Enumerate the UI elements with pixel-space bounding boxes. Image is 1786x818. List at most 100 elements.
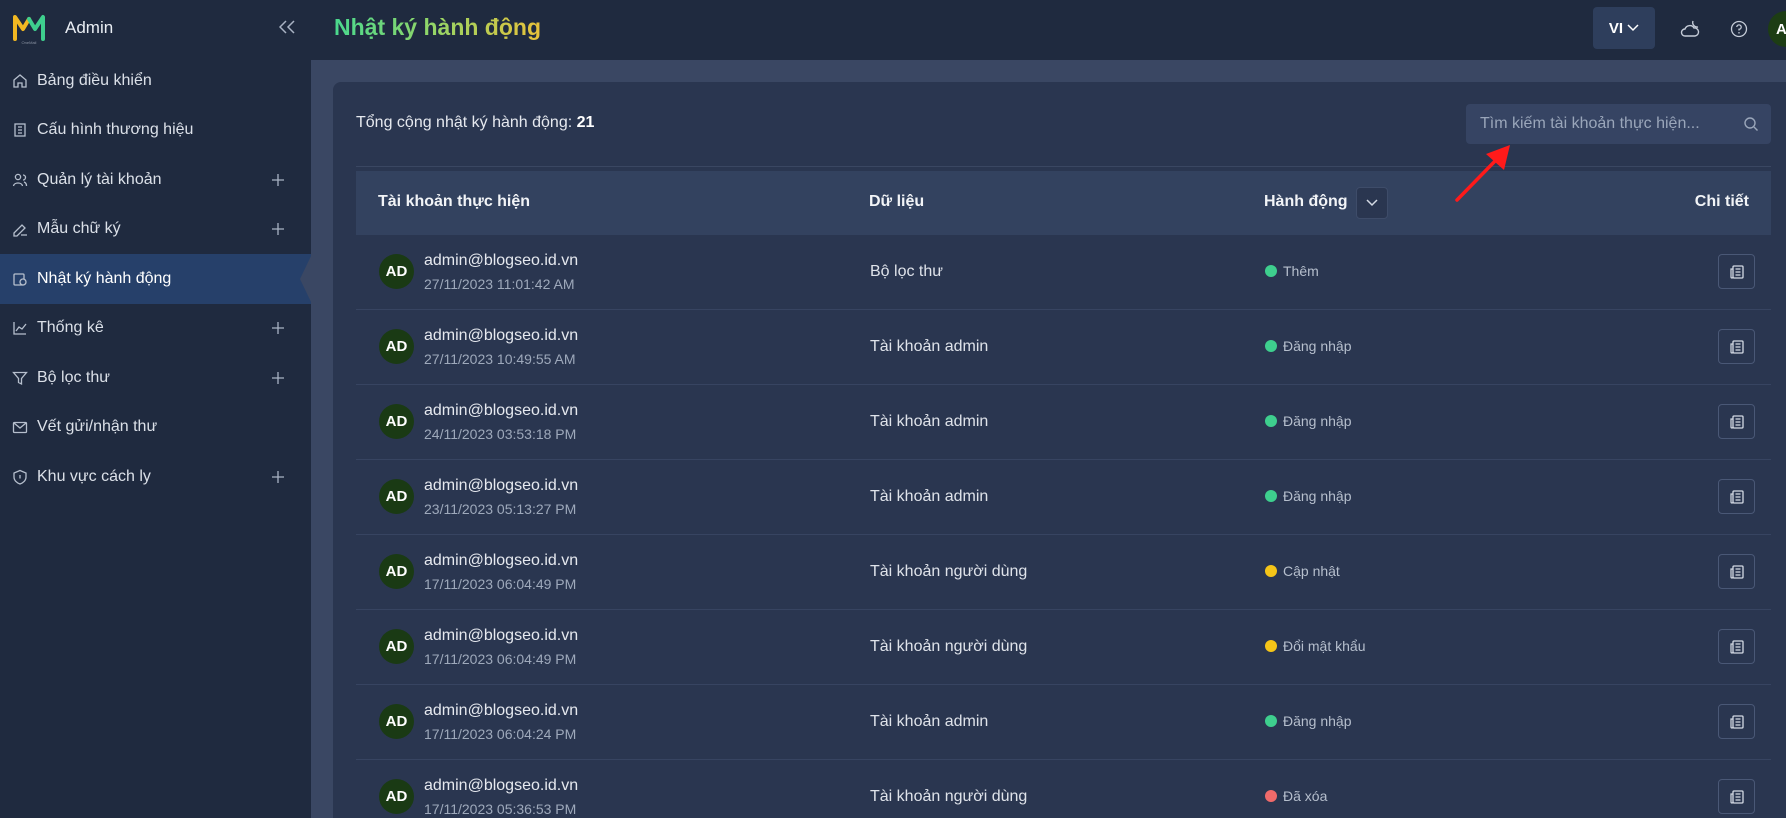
sidebar-item-label: Vết gửi/nhận thư (37, 418, 158, 436)
row-data: Tài khoản người dùng (870, 788, 1028, 805)
brand: OneMail Admin (0, 0, 311, 56)
row-action-label: Thêm (1283, 263, 1319, 279)
log-icon (11, 270, 29, 288)
detail-button[interactable] (1718, 704, 1755, 739)
row-action-label: Đăng nhập (1283, 488, 1352, 504)
table-row: AD admin@blogseo.id.vn 17/11/2023 06:04:… (356, 685, 1771, 760)
row-timestamp: 23/11/2023 05:13:27 PM (424, 501, 577, 517)
search-input[interactable] (1466, 115, 1726, 133)
search-box (1466, 104, 1771, 144)
expand-plus-icon[interactable] (270, 221, 286, 237)
row-email: admin@blogseo.id.vn (424, 702, 579, 719)
total-count-label: Tổng cộng nhật ký hành động: 21 (356, 114, 594, 132)
newspaper-icon (1729, 714, 1744, 729)
avatar: AD (379, 554, 414, 589)
row-action: Đã xóa (1265, 788, 1327, 804)
column-header-data: Dữ liệu (869, 193, 925, 210)
theme-toggle-icon[interactable] (1678, 17, 1702, 41)
sidebar-item-dashboard[interactable]: Bảng điều khiển (0, 56, 311, 106)
table-row: AD admin@blogseo.id.vn 27/11/2023 10:49:… (356, 310, 1771, 385)
detail-button[interactable] (1718, 254, 1755, 289)
collapse-sidebar-icon[interactable] (276, 16, 298, 38)
expand-plus-icon[interactable] (270, 370, 286, 386)
action-filter-dropdown[interactable] (1356, 187, 1388, 219)
newspaper-icon (1729, 789, 1744, 804)
row-action-label: Đăng nhập (1283, 413, 1352, 429)
table-row: AD admin@blogseo.id.vn 17/11/2023 06:04:… (356, 610, 1771, 685)
status-dot (1265, 640, 1277, 652)
chart-icon (11, 319, 29, 337)
detail-button[interactable] (1718, 404, 1755, 439)
sidebar-item-label: Thống kê (37, 319, 104, 337)
brand-logo[interactable]: OneMail (12, 11, 46, 45)
language-selector[interactable]: VI (1593, 7, 1655, 49)
table-header: Tài khoản thực hiện Dữ liệu Hành động Ch… (356, 171, 1771, 235)
sidebar-item-account-management[interactable]: Quản lý tài khoản (0, 155, 311, 205)
detail-button[interactable] (1718, 779, 1755, 814)
detail-button[interactable] (1718, 329, 1755, 364)
sidebar-item-quarantine[interactable]: Khu vực cách ly (0, 452, 311, 502)
user-avatar[interactable]: A (1768, 11, 1786, 47)
newspaper-icon (1729, 264, 1744, 279)
expand-plus-icon[interactable] (270, 469, 286, 485)
row-data: Bộ lọc thư (870, 263, 943, 280)
row-timestamp: 24/11/2023 03:53:18 PM (424, 426, 577, 442)
row-action: Đổi mật khẩu (1265, 638, 1365, 654)
sidebar-nav: Bảng điều khiển Cấu hình thương hiệu Quả… (0, 56, 311, 502)
sidebar-item-brand-config[interactable]: Cấu hình thương hiệu (0, 106, 311, 156)
detail-button[interactable] (1718, 554, 1755, 589)
help-icon[interactable] (1727, 17, 1751, 41)
sidebar-item-action-log[interactable]: Nhật ký hành động (0, 254, 311, 304)
row-action: Đăng nhập (1265, 413, 1352, 429)
column-header-action: Hành động (1264, 193, 1348, 210)
chevron-down-icon (1627, 24, 1639, 32)
row-timestamp: 17/11/2023 06:04:24 PM (424, 726, 577, 742)
sidebar-item-mail-trace[interactable]: Vết gửi/nhận thư (0, 403, 311, 453)
sidebar-item-mail-filter[interactable]: Bộ lọc thư (0, 353, 311, 403)
row-action-label: Cập nhật (1283, 563, 1340, 579)
sidebar-item-statistics[interactable]: Thống kê (0, 304, 311, 354)
building-icon (11, 121, 29, 139)
expand-plus-icon[interactable] (270, 172, 286, 188)
brand-title: Admin (65, 18, 114, 37)
sidebar-item-label: Nhật ký hành động (37, 269, 172, 287)
detail-button[interactable] (1718, 629, 1755, 664)
table-body: AD admin@blogseo.id.vn 27/11/2023 11:01:… (356, 235, 1771, 818)
row-data: Tài khoản admin (870, 488, 989, 505)
newspaper-icon (1729, 489, 1744, 504)
status-dot (1265, 490, 1277, 502)
avatar-initial: A (1776, 20, 1786, 38)
row-action: Cập nhật (1265, 563, 1340, 579)
action-log-card: Tổng cộng nhật ký hành động: 21 Tài khoả… (333, 82, 1786, 818)
row-action: Thêm (1265, 263, 1319, 279)
sidebar-item-label: Cấu hình thương hiệu (37, 121, 194, 139)
sidebar-item-signature-templates[interactable]: Mẫu chữ ký (0, 205, 311, 255)
chevron-down-icon (1366, 199, 1378, 207)
expand-plus-icon[interactable] (270, 320, 286, 336)
annotation-arrow-icon (1455, 145, 1510, 202)
row-timestamp: 17/11/2023 06:04:49 PM (424, 576, 577, 592)
sidebar-item-label: Mẫu chữ ký (37, 220, 121, 238)
row-action-label: Đổi mật khẩu (1283, 638, 1366, 654)
row-action: Đăng nhập (1265, 713, 1352, 729)
total-label-text: Tổng cộng nhật ký hành động: (356, 114, 573, 131)
row-action-label: Đã xóa (1283, 788, 1328, 804)
users-icon (11, 171, 29, 189)
sidebar-item-label: Bảng điều khiển (37, 71, 152, 89)
shield-icon (11, 468, 29, 486)
row-action-label: Đăng nhập (1283, 338, 1352, 354)
status-dot (1265, 340, 1277, 352)
language-label: VI (1608, 19, 1624, 37)
row-timestamp: 27/11/2023 10:49:55 AM (424, 351, 576, 367)
avatar: AD (379, 404, 414, 439)
row-email: admin@blogseo.id.vn (424, 552, 579, 569)
home-icon (11, 72, 29, 90)
sidebar-item-label: Quản lý tài khoản (37, 170, 162, 188)
row-data: Tài khoản admin (870, 338, 989, 355)
search-icon[interactable] (1743, 116, 1759, 132)
avatar: AD (379, 254, 414, 289)
status-dot (1265, 565, 1277, 577)
row-action: Đăng nhập (1265, 488, 1352, 504)
newspaper-icon (1729, 414, 1744, 429)
detail-button[interactable] (1718, 479, 1755, 514)
